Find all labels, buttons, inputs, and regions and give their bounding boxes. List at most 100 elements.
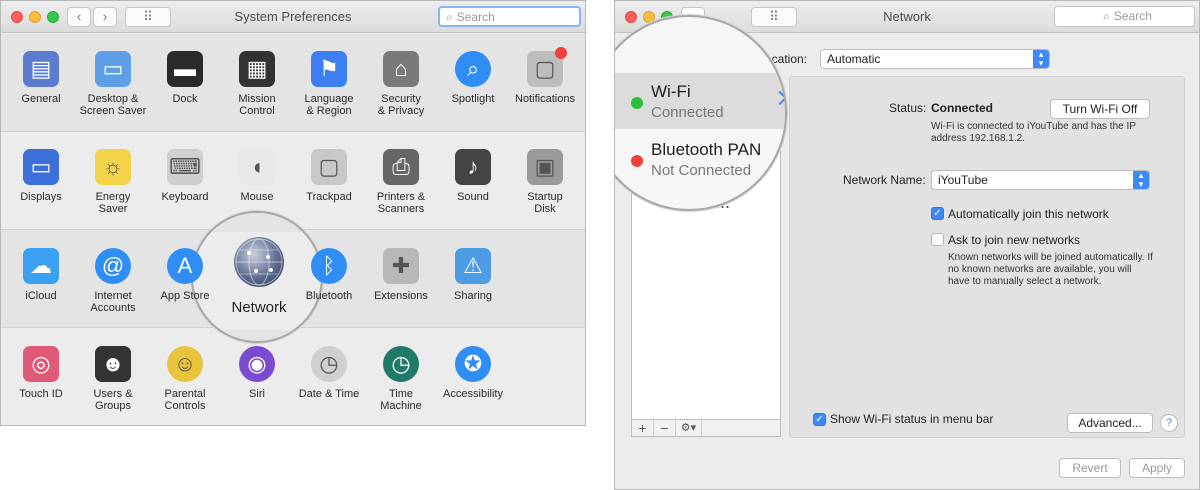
- pref-pane-desktop[interactable]: ▭ Desktop & Screen Saver: [77, 51, 149, 117]
- status-value: Connected: [931, 101, 994, 115]
- turn-wifi-off-button[interactable]: Turn Wi-Fi Off: [1050, 99, 1150, 119]
- network-window: ‹ ⠿ Network ⌕Search ocation: Automatic ▴…: [614, 0, 1200, 490]
- pref-pane-parental-controls[interactable]: ☺ Parental Controls: [149, 346, 221, 412]
- spotlight-icon: ⌕: [455, 51, 491, 87]
- pref-pane-app-store[interactable]: A App Store: [149, 248, 221, 302]
- search-icon: ⌕: [1103, 9, 1110, 23]
- printer-icon: ⎙: [383, 149, 419, 185]
- pref-pane-keyboard[interactable]: ⌨ Keyboard: [149, 149, 221, 203]
- service-list-magnifier: Wi-Fi Connected Bluetooth PAN Not Connec…: [615, 15, 787, 211]
- pref-pane-date-time[interactable]: ◷ Date & Time: [293, 346, 365, 400]
- status-detail: Wi-Fi is connected to iYouTube and has t…: [931, 121, 1136, 144]
- pref-pane-label: Mouse: [240, 191, 274, 203]
- security-icon: ⌂: [383, 51, 419, 87]
- displays-icon: ▭: [23, 149, 59, 185]
- status-label: Status:: [889, 101, 927, 115]
- auto-join-checkbox[interactable]: ✓: [931, 207, 944, 220]
- pref-pane-accessibility[interactable]: ✪ Accessibility: [437, 346, 509, 400]
- auto-join-label: Automatically join this network: [948, 207, 1109, 221]
- pref-pane-general[interactable]: ▤ General: [5, 51, 77, 105]
- remove-service-button[interactable]: −: [654, 420, 676, 436]
- pref-pane-label: Security & Privacy: [377, 93, 425, 117]
- trackpad-icon: ▢: [311, 149, 347, 185]
- pref-pane-label: Spotlight: [451, 93, 495, 105]
- chevron-updown-icon: ▴ ▾: [1133, 171, 1149, 189]
- pref-pane-label: Siri: [249, 388, 265, 400]
- pref-pane-label: Bluetooth: [305, 290, 353, 302]
- search-field[interactable]: ⌕ Search: [438, 6, 581, 27]
- add-service-button[interactable]: +: [632, 420, 654, 436]
- wifi-service-name: Wi-Fi: [651, 82, 691, 101]
- pref-pane-label: Touch ID: [19, 388, 63, 400]
- pref-pane-bluetooth[interactable]: ᛒ Bluetooth: [293, 248, 365, 302]
- pref-pane-energy-saver[interactable]: ☼ Energy Saver: [77, 149, 149, 215]
- pref-pane-time-machine[interactable]: ◷ Time Machine: [365, 346, 437, 412]
- notifications-icon: ▢: [527, 47, 567, 87]
- pref-pane-dock[interactable]: ▬ Dock: [149, 51, 221, 105]
- pref-pane-label: Trackpad: [306, 191, 352, 203]
- time-machine-icon: ◷: [383, 346, 419, 382]
- apply-button[interactable]: Apply: [1129, 458, 1185, 478]
- extensions-icon: ✚: [383, 248, 419, 284]
- bluetooth-pan-service-row[interactable]: Bluetooth PAN Not Connected: [615, 131, 785, 187]
- show-wifi-status-checkbox[interactable]: ✓: [813, 413, 826, 426]
- pref-pane-siri[interactable]: ◉ Siri: [221, 346, 293, 400]
- pref-pane-label: Internet Accounts: [90, 290, 136, 314]
- pref-pane-mouse[interactable]: ◖ Mouse: [221, 149, 293, 203]
- system-preferences-window: ‹ › ⠿ System Preferences ⌕ Search Network: [0, 0, 586, 426]
- pref-pane-label: Keyboard: [161, 191, 209, 203]
- general-icon: ▤: [23, 51, 59, 87]
- network-name-popup[interactable]: iYouTube ▴ ▾: [931, 170, 1150, 190]
- pref-pane-label: Extensions: [374, 290, 428, 302]
- mouse-icon: ◖: [239, 149, 275, 185]
- pref-pane-mission-control[interactable]: ▦ Mission Control: [221, 51, 293, 117]
- pref-pane-label: Displays: [20, 191, 62, 203]
- pref-pane-label: General: [21, 93, 61, 105]
- pref-pane-printer[interactable]: ⎙ Printers & Scanners: [365, 149, 437, 215]
- ask-join-label: Ask to join new networks: [948, 233, 1081, 247]
- pref-pane-trackpad[interactable]: ▢ Trackpad: [293, 149, 365, 203]
- help-button[interactable]: ?: [1160, 414, 1178, 432]
- location-value: Automatic: [827, 52, 881, 66]
- users-icon: ☻: [95, 346, 131, 382]
- pref-pane-notifications[interactable]: ▢ Notifications: [509, 47, 581, 105]
- wifi-service-row[interactable]: Wi-Fi Connected: [615, 73, 785, 129]
- pref-pane-icloud[interactable]: ☁ iCloud: [5, 248, 77, 302]
- title-bar: ‹ › ⠿ System Preferences ⌕ Search: [1, 1, 585, 33]
- pref-pane-label: Dock: [172, 93, 198, 105]
- icloud-icon: ☁: [23, 248, 59, 284]
- date-time-icon: ◷: [311, 346, 347, 382]
- wifi-detail-panel: Status: Connected Turn Wi-Fi Off Wi-Fi i…: [789, 76, 1185, 438]
- bluetooth-icon: ᛒ: [311, 248, 347, 284]
- gear-icon[interactable]: ⚙▾: [676, 420, 702, 436]
- location-popup[interactable]: Automatic ▴ ▾: [820, 49, 1050, 69]
- pref-pane-sound[interactable]: ♪ Sound: [437, 149, 509, 203]
- parental-controls-icon: ☺: [167, 346, 203, 382]
- pref-pane-label: Accessibility: [443, 388, 503, 400]
- pref-pane-internet-accounts[interactable]: @ Internet Accounts: [77, 248, 149, 314]
- startup-disk-icon: ▣: [527, 149, 563, 185]
- pref-pane-spotlight[interactable]: ⌕ Spotlight: [437, 51, 509, 105]
- pref-pane-label: Notifications: [515, 93, 575, 105]
- pref-pane-displays[interactable]: ▭ Displays: [5, 149, 77, 203]
- search-field[interactable]: ⌕ Search: [1054, 6, 1195, 27]
- pref-pane-label: Desktop & Screen Saver: [79, 93, 147, 117]
- siri-icon: ◉: [239, 346, 275, 382]
- pref-pane-label: Sound: [457, 191, 489, 203]
- search-placeholder: Search: [456, 10, 495, 24]
- pref-pane-startup-disk[interactable]: ▣ Startup Disk: [509, 149, 581, 215]
- pref-pane-language[interactable]: ⚑ Language & Region: [293, 51, 365, 117]
- pref-pane-users[interactable]: ☻ Users & Groups: [77, 346, 149, 412]
- chevron-updown-icon: ▴ ▾: [1033, 50, 1049, 68]
- pref-pane-sharing[interactable]: ⚠ Sharing: [437, 248, 509, 302]
- pref-pane-security[interactable]: ⌂ Security & Privacy: [365, 51, 437, 117]
- show-wifi-status-label: Show Wi-Fi status in menu bar: [830, 412, 994, 426]
- network-name-label: Network Name:: [843, 173, 926, 187]
- ask-join-checkbox[interactable]: [931, 233, 944, 246]
- pref-pane-touch-id[interactable]: ◎ Touch ID: [5, 346, 77, 400]
- advanced-button[interactable]: Advanced...: [1067, 413, 1153, 433]
- keyboard-icon: ⌨: [167, 149, 203, 185]
- revert-button[interactable]: Revert: [1059, 458, 1121, 478]
- pref-pane-extensions[interactable]: ✚ Extensions: [365, 248, 437, 302]
- pref-pane-label: Language & Region: [304, 93, 354, 117]
